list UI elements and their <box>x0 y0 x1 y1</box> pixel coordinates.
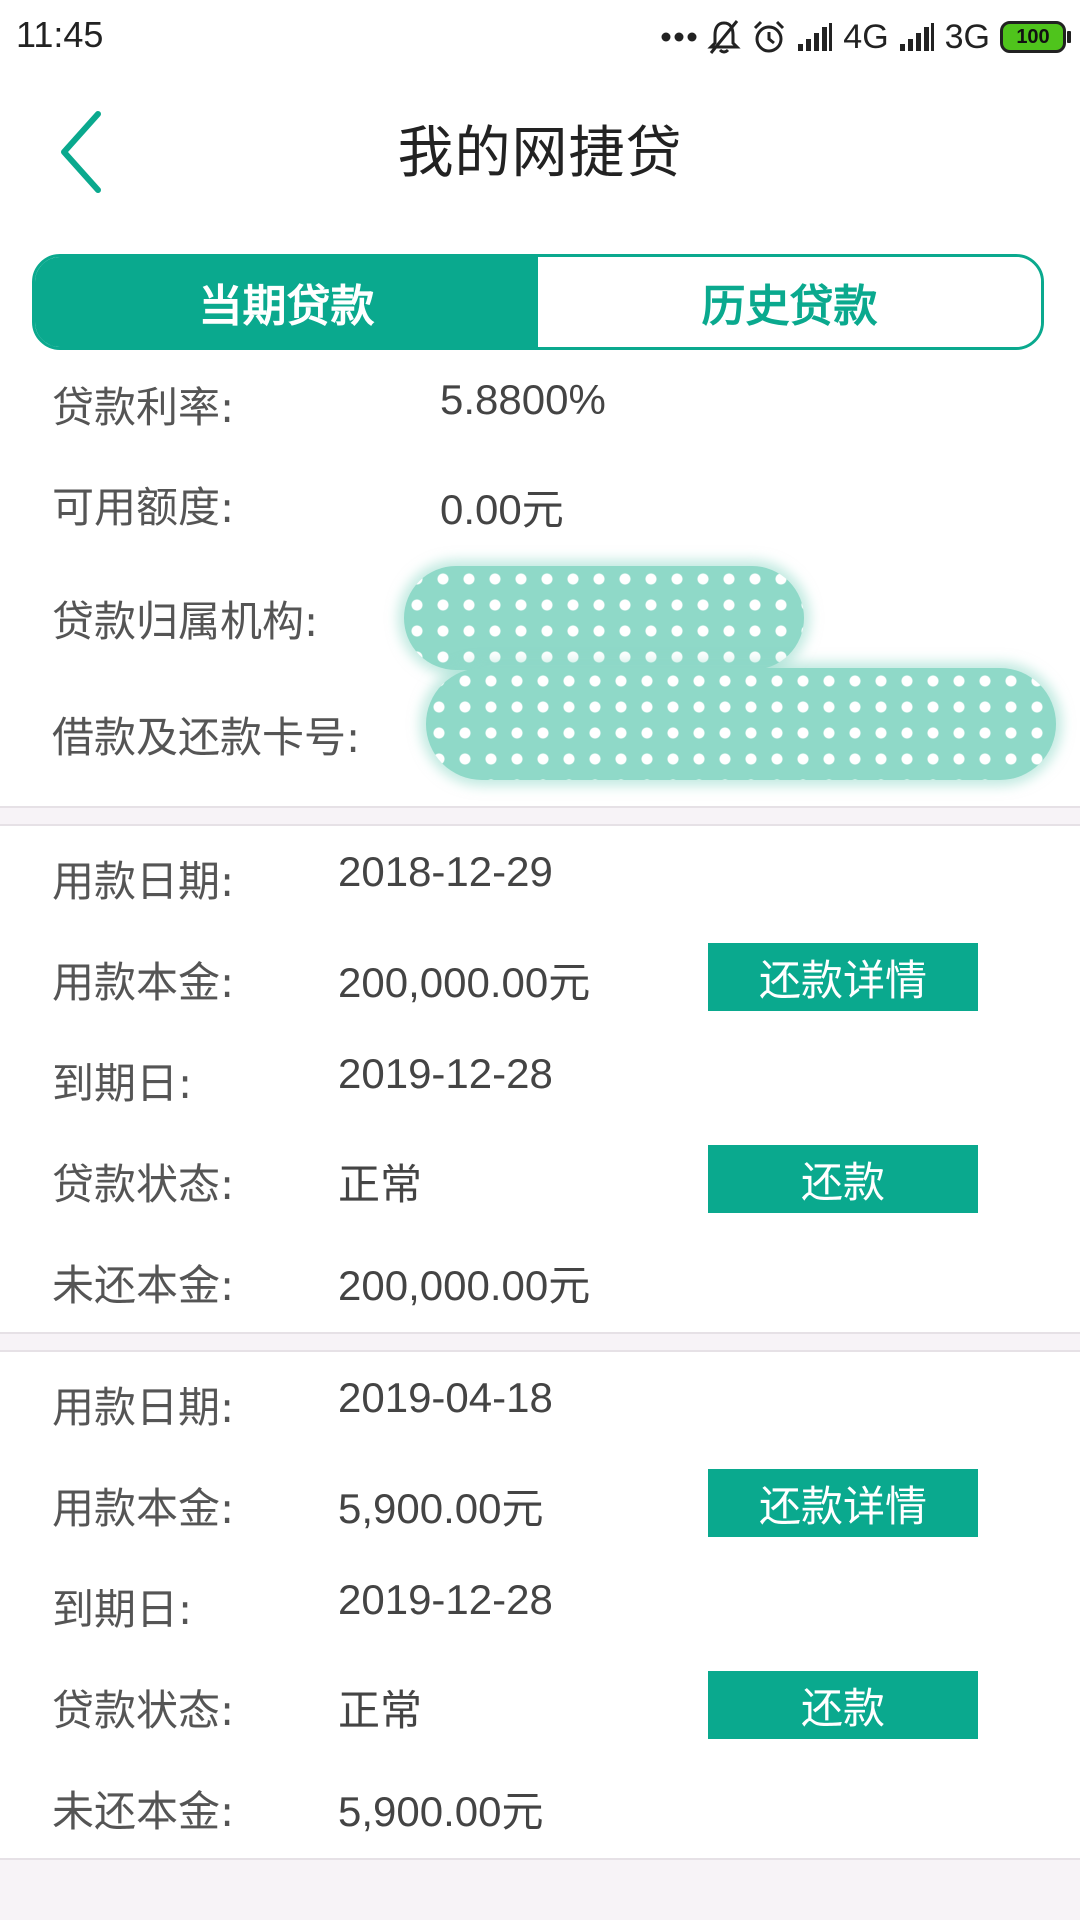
loan-card: 用款日期: 2019-04-18 用款本金: 5,900.00元 还款详情 到期… <box>0 1352 1080 1858</box>
tab-current-loans[interactable]: 当期贷款 <box>35 257 538 347</box>
rate-label: 贷款利率: <box>52 383 235 432</box>
remaining-value: 200,000.00元 <box>338 1262 591 1309</box>
tab-bar: 当期贷款 历史贷款 <box>32 254 1044 350</box>
status-label: 贷款状态: <box>52 1686 235 1735</box>
institution-label: 贷款归属机构: <box>52 597 319 646</box>
info-row-rate: 贷款利率: 5.8800% <box>0 354 1080 444</box>
card-label: 借款及还款卡号: <box>52 713 361 762</box>
principal-value: 200,000.00元 <box>338 959 591 1006</box>
status-time: 11:45 <box>16 14 104 55</box>
loan-row-remaining: 未还本金: 200,000.00元 <box>0 1230 1080 1320</box>
battery-icon: 100 <box>1000 21 1071 53</box>
network-type-1: 4G <box>843 17 889 56</box>
loan-card: 用款日期: 2018-12-29 用款本金: 200,000.00元 还款详情 … <box>0 826 1080 1332</box>
remaining-label: 未还本金: <box>52 1787 235 1836</box>
repayment-details-button[interactable]: 还款详情 <box>708 1469 978 1537</box>
use-date-label: 用款日期: <box>52 1383 235 1432</box>
rate-value: 5.8800% <box>440 376 606 423</box>
mute-bell-icon <box>707 20 741 54</box>
network-type-2: 3G <box>944 17 990 56</box>
remaining-label: 未还本金: <box>52 1261 235 1310</box>
due-date-value: 2019-12-28 <box>338 1576 553 1623</box>
header: 我的网捷贷 <box>0 74 1080 244</box>
redacted-institution <box>404 566 804 670</box>
status-value: 正常 <box>338 1686 423 1735</box>
tab-history-loans[interactable]: 历史贷款 <box>538 257 1041 347</box>
status-icons: 4G 3G 100 <box>661 12 1071 62</box>
bottom-spacer <box>0 1858 1080 1920</box>
separator <box>0 1332 1080 1352</box>
due-date-label: 到期日: <box>52 1585 193 1634</box>
redacted-card-number <box>426 668 1056 780</box>
repayment-details-button[interactable]: 还款详情 <box>708 943 978 1011</box>
repay-button[interactable]: 还款 <box>708 1671 978 1739</box>
repay-button[interactable]: 还款 <box>708 1145 978 1213</box>
signal-icon <box>798 23 833 51</box>
alarm-icon <box>754 20 785 53</box>
available-value: 0.00元 <box>440 486 564 533</box>
page-title: 我的网捷贷 <box>397 121 683 186</box>
more-dots-icon <box>661 32 697 42</box>
status-value: 正常 <box>338 1160 423 1209</box>
remaining-value: 5,900.00元 <box>338 1788 544 1835</box>
loan-row-date: 用款日期: 2018-12-29 <box>0 826 1080 916</box>
loan-row-remaining: 未还本金: 5,900.00元 <box>0 1756 1080 1846</box>
screen: 11:45 4G 3G 100 我的网捷贷 当期贷款 历史贷款 贷款利率: 5.… <box>0 0 1080 1920</box>
signal-icon <box>899 23 934 51</box>
principal-label: 用款本金: <box>52 958 235 1007</box>
principal-label: 用款本金: <box>52 1484 235 1533</box>
loan-info-section: 贷款利率: 5.8800% 可用额度: 0.00元 贷款归属机构: 借款及还款卡… <box>0 354 1080 806</box>
separator <box>0 806 1080 826</box>
tabs-area: 当期贷款 历史贷款 <box>0 244 1080 354</box>
status-label: 贷款状态: <box>52 1160 235 1209</box>
use-date-value: 2019-04-18 <box>338 1374 553 1421</box>
principal-value: 5,900.00元 <box>338 1485 544 1532</box>
loan-row-date: 用款日期: 2019-04-18 <box>0 1352 1080 1442</box>
info-row-available: 可用额度: 0.00元 <box>0 454 1080 544</box>
due-date-value: 2019-12-28 <box>338 1050 553 1097</box>
due-date-label: 到期日: <box>52 1059 193 1108</box>
loan-row-due: 到期日: 2019-12-28 <box>0 1028 1080 1118</box>
available-label: 可用额度: <box>52 483 235 532</box>
use-date-label: 用款日期: <box>52 857 235 906</box>
loan-row-due: 到期日: 2019-12-28 <box>0 1554 1080 1644</box>
use-date-value: 2018-12-29 <box>338 848 553 895</box>
status-bar: 11:45 4G 3G 100 <box>0 0 1080 74</box>
